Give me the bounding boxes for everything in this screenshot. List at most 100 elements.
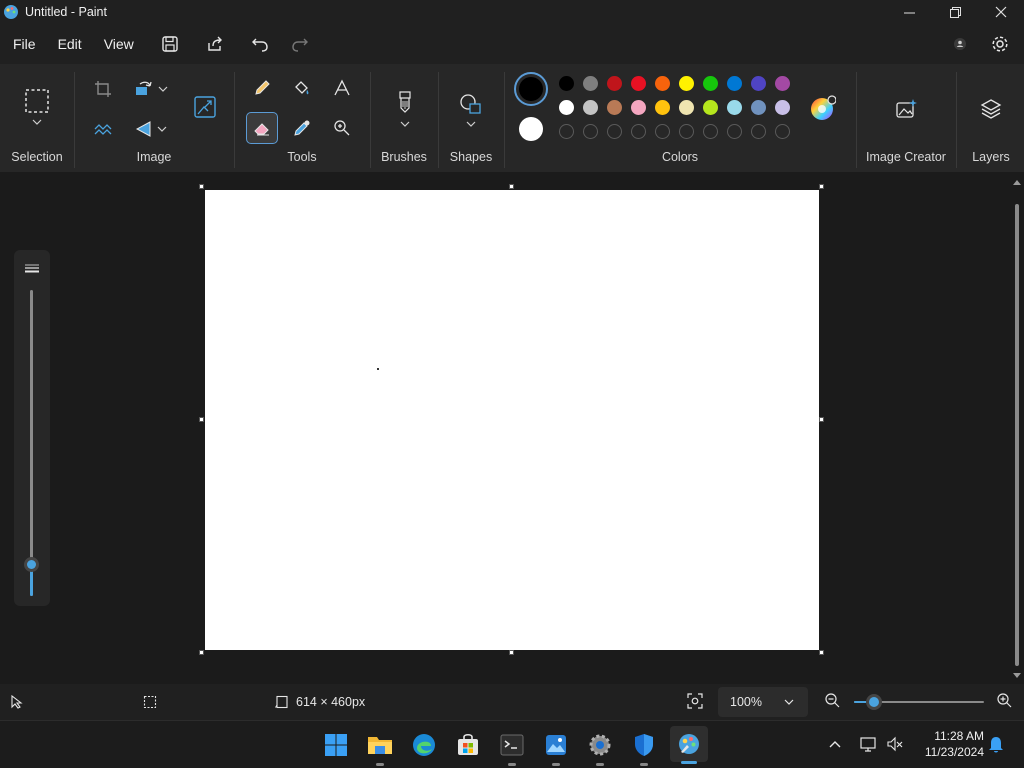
color-swatch[interactable] bbox=[583, 76, 598, 91]
redo-button[interactable] bbox=[280, 24, 320, 64]
drawing-canvas[interactable] bbox=[205, 190, 819, 650]
color-swatch[interactable] bbox=[655, 76, 670, 91]
brush-size-thumb[interactable] bbox=[24, 557, 39, 572]
defender-button[interactable] bbox=[628, 729, 660, 766]
menu-edit[interactable]: Edit bbox=[47, 24, 93, 64]
flip-button[interactable] bbox=[130, 116, 172, 142]
menu-file[interactable]: File bbox=[2, 24, 47, 64]
color-swatch[interactable] bbox=[727, 100, 742, 115]
account-button[interactable] bbox=[940, 24, 980, 64]
color-swatch[interactable] bbox=[631, 100, 646, 115]
fit-to-window-button[interactable] bbox=[684, 690, 706, 712]
color-swatch[interactable] bbox=[631, 76, 646, 91]
canvas-resize-handle[interactable] bbox=[199, 184, 204, 189]
photos-button[interactable] bbox=[540, 729, 572, 766]
restore-button[interactable] bbox=[932, 0, 978, 24]
color-swatch[interactable] bbox=[703, 76, 718, 91]
zoom-out-button[interactable] bbox=[824, 692, 844, 712]
start-button[interactable] bbox=[320, 729, 352, 761]
notifications-button[interactable] bbox=[988, 735, 1008, 755]
pencil-button[interactable] bbox=[248, 74, 276, 102]
color-swatch[interactable] bbox=[775, 76, 790, 91]
canvas-resize-handle[interactable] bbox=[819, 650, 824, 655]
color-swatch[interactable] bbox=[727, 76, 742, 91]
custom-color-slot[interactable] bbox=[679, 124, 694, 139]
canvas-resize-handle[interactable] bbox=[819, 184, 824, 189]
scroll-up-icon[interactable] bbox=[1012, 178, 1022, 186]
color-swatch[interactable] bbox=[559, 100, 574, 115]
color-swatch[interactable] bbox=[679, 76, 694, 91]
custom-color-slot[interactable] bbox=[703, 124, 718, 139]
scroll-thumb[interactable] bbox=[1015, 204, 1019, 666]
canvas-resize-handle[interactable] bbox=[199, 417, 204, 422]
store-button[interactable] bbox=[452, 729, 484, 761]
paint-taskbar-button[interactable] bbox=[670, 726, 708, 764]
canvas-resize-handle[interactable] bbox=[819, 417, 824, 422]
color-swatch[interactable] bbox=[655, 100, 670, 115]
brushes-button[interactable] bbox=[390, 84, 420, 134]
crop-button[interactable] bbox=[90, 76, 116, 102]
custom-color-slot[interactable] bbox=[751, 124, 766, 139]
network-button[interactable] bbox=[860, 735, 880, 755]
bell-icon bbox=[989, 737, 1003, 753]
close-button[interactable] bbox=[978, 0, 1024, 24]
volume-muted-icon bbox=[887, 736, 903, 752]
vertical-scrollbar[interactable] bbox=[1012, 176, 1022, 680]
paint-app-icon bbox=[4, 5, 18, 19]
share-button[interactable] bbox=[195, 24, 235, 64]
canvas-resize-handle[interactable] bbox=[509, 650, 514, 655]
shapes-button[interactable] bbox=[456, 90, 486, 130]
zoom-dropdown[interactable]: 100% bbox=[718, 687, 808, 717]
zoom-slider[interactable] bbox=[854, 694, 984, 710]
color-swatch[interactable] bbox=[751, 76, 766, 91]
zoom-in-button[interactable] bbox=[996, 692, 1016, 712]
custom-color-slot[interactable] bbox=[607, 124, 622, 139]
brush-size-panel bbox=[14, 250, 50, 606]
canvas-resize-handle[interactable] bbox=[509, 184, 514, 189]
rotate-button[interactable] bbox=[130, 76, 172, 102]
edge-button[interactable] bbox=[408, 729, 440, 761]
color-swatch[interactable] bbox=[559, 76, 574, 91]
undo-button[interactable] bbox=[240, 24, 280, 64]
custom-color-slot[interactable] bbox=[631, 124, 646, 139]
text-button[interactable] bbox=[328, 74, 356, 102]
image-creator-button[interactable] bbox=[890, 94, 922, 124]
custom-color-slot[interactable] bbox=[655, 124, 670, 139]
color-swatch[interactable] bbox=[775, 100, 790, 115]
edit-colors-button[interactable] bbox=[806, 92, 838, 124]
menu-view[interactable]: View bbox=[93, 24, 145, 64]
fill-button[interactable] bbox=[288, 74, 316, 102]
custom-color-slot[interactable] bbox=[583, 124, 598, 139]
resize-button[interactable] bbox=[190, 92, 220, 122]
clock[interactable]: 11:28 AM 11/23/2024 bbox=[912, 728, 984, 760]
minimize-button[interactable] bbox=[886, 0, 932, 24]
custom-color-slot[interactable] bbox=[559, 124, 574, 139]
color-swatch[interactable] bbox=[583, 100, 598, 115]
primary-color-button[interactable] bbox=[514, 72, 548, 106]
background-removal-button[interactable] bbox=[90, 116, 116, 142]
settings-button[interactable] bbox=[980, 24, 1020, 64]
color-picker-button[interactable] bbox=[288, 114, 316, 142]
canvas-resize-handle[interactable] bbox=[199, 650, 204, 655]
show-hidden-icons-button[interactable] bbox=[828, 737, 848, 753]
magnifier-button[interactable] bbox=[328, 114, 356, 142]
secondary-color-button[interactable] bbox=[517, 115, 545, 143]
zoom-slider-thumb[interactable] bbox=[866, 694, 882, 710]
volume-button[interactable] bbox=[886, 735, 906, 755]
color-swatch[interactable] bbox=[751, 100, 766, 115]
terminal-button[interactable] bbox=[496, 729, 528, 766]
color-swatch[interactable] bbox=[679, 100, 694, 115]
custom-color-slot[interactable] bbox=[727, 124, 742, 139]
color-swatch[interactable] bbox=[607, 100, 622, 115]
brush-size-track[interactable] bbox=[30, 290, 33, 596]
eraser-button[interactable] bbox=[246, 112, 278, 144]
save-button[interactable] bbox=[150, 24, 190, 64]
selection-button[interactable] bbox=[20, 84, 54, 130]
custom-color-slot[interactable] bbox=[775, 124, 790, 139]
file-explorer-button[interactable] bbox=[364, 729, 396, 766]
scroll-down-icon[interactable] bbox=[1012, 672, 1022, 680]
color-swatch[interactable] bbox=[607, 76, 622, 91]
layers-button[interactable] bbox=[976, 94, 1006, 124]
settings-app-button[interactable] bbox=[584, 729, 616, 766]
color-swatch[interactable] bbox=[703, 100, 718, 115]
